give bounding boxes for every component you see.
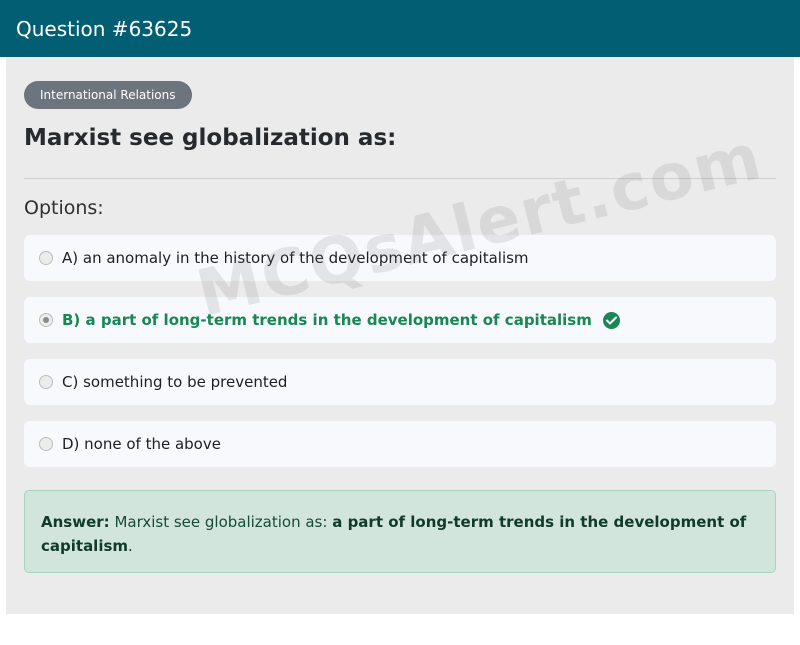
category-badge[interactable]: International Relations [24,81,192,109]
option-d[interactable]: D) none of the above [24,421,776,467]
option-a-label: A) an anomaly in the history of the deve… [62,249,529,267]
option-a-radio[interactable] [39,251,53,265]
option-b-label: B) a part of long-term trends in the dev… [62,311,592,329]
answer-question-text: Marxist see globalization as: [114,513,328,531]
check-circle-icon [602,311,620,329]
question-text: Marxist see globalization as: [24,125,397,151]
divider [24,178,776,179]
option-b-radio[interactable] [39,313,53,327]
option-d-label: D) none of the above [62,435,221,453]
page-title: Question #63625 [16,16,193,41]
option-a[interactable]: A) an anomaly in the history of the deve… [24,235,776,281]
answer-label: Answer: [41,513,110,531]
question-card: International Relations Marxist see glob… [6,57,794,614]
options-label: Options: [24,197,104,219]
page-header: Question #63625 [0,0,800,57]
option-c-radio[interactable] [39,375,53,389]
option-c[interactable]: C) something to be prevented [24,359,776,405]
answer-box: Answer: Marxist see globalization as: a … [24,490,776,573]
option-c-label: C) something to be prevented [62,373,288,391]
option-b[interactable]: B) a part of long-term trends in the dev… [24,297,776,343]
answer-suffix: . [128,537,133,555]
option-d-radio[interactable] [39,437,53,451]
